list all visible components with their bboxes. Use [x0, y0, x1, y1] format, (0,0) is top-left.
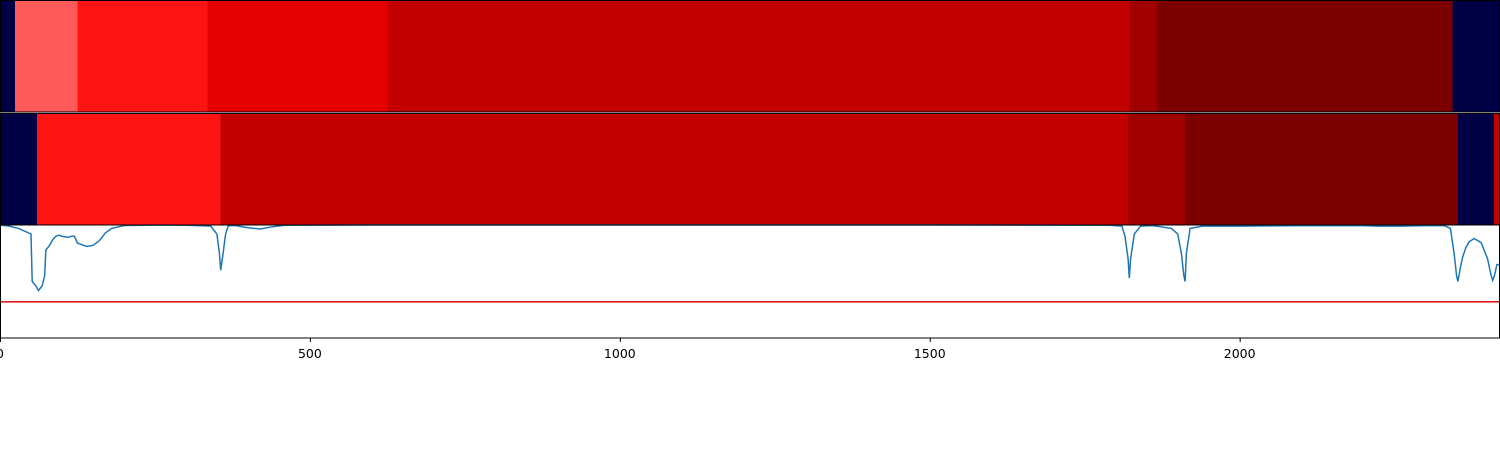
x-tick-label-500: 500	[298, 346, 322, 361]
x-tick-label-1000: 1000	[604, 346, 636, 361]
track-1-segment-8	[1452, 1, 1500, 112]
x-tick-label-2000: 2000	[1224, 346, 1256, 361]
track-1-segment-3	[77, 1, 208, 112]
track-2-segment-3	[220, 114, 1129, 225]
track-1-segment-7	[1157, 1, 1453, 112]
track-1-segment-1	[0, 1, 15, 112]
track-1-segment-2	[14, 1, 78, 112]
track-1-segment-4	[207, 1, 388, 112]
track-2-segment-2	[37, 114, 221, 225]
track-2-segment-1	[0, 114, 38, 225]
score-plot-panel	[0, 224, 1500, 339]
segmentation-figure: 0 500 1000 1500 2000	[0, 0, 1500, 361]
segmentation-track-1	[0, 1, 1500, 112]
track-2-segment-5	[1185, 114, 1458, 225]
segmentation-track-2	[0, 114, 1500, 225]
track-2-segment-6	[1457, 114, 1494, 225]
track-2-segment-4	[1128, 114, 1186, 225]
x-axis: 0 500 1000 1500 2000	[0, 338, 1256, 361]
x-tick-label-1500: 1500	[914, 346, 946, 361]
track-1-segment-5	[387, 1, 1130, 112]
track-1-segment-6	[1129, 1, 1158, 112]
x-tick-label-0: 0	[0, 346, 4, 361]
